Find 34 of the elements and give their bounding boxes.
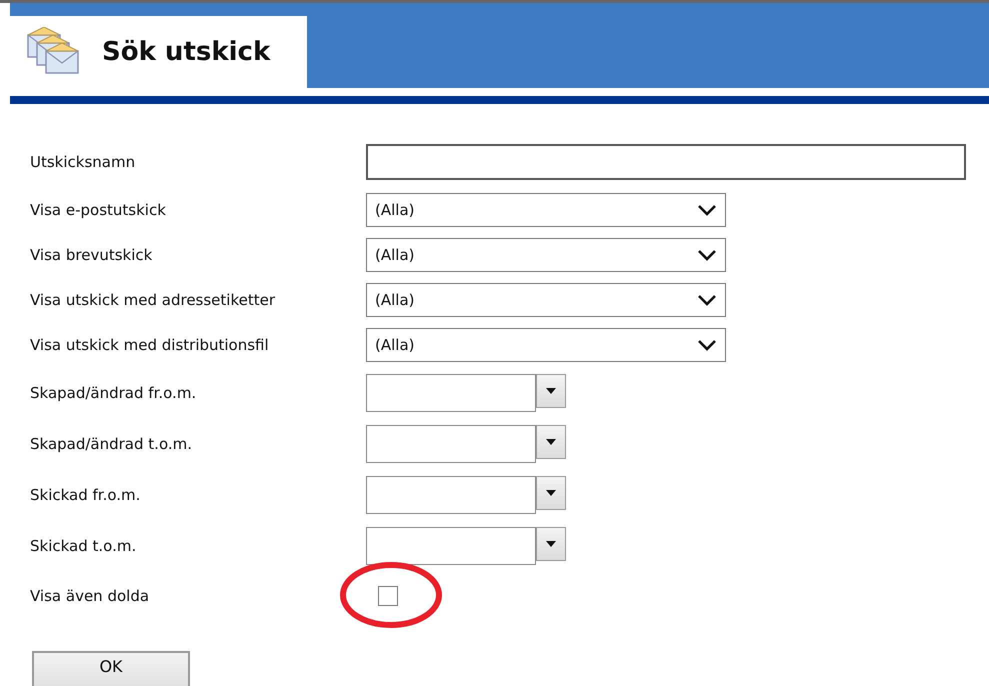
date-input[interactable] [366, 374, 536, 412]
checkbox[interactable] [378, 586, 398, 606]
chevron-down-icon [697, 294, 717, 306]
field-label: Visa utskick med distributionsfil [30, 336, 269, 354]
date-picker-button[interactable] [536, 424, 566, 458]
field-label: Visa även dolda [30, 587, 150, 605]
dropdown[interactable]: (Alla) [366, 328, 726, 362]
date-input[interactable] [366, 476, 536, 514]
date-input[interactable] [366, 424, 536, 462]
field-label: Skickad t.o.m. [30, 536, 136, 554]
field-label: Skapad/ändrad t.o.m. [30, 434, 192, 452]
date-picker-button[interactable] [536, 526, 566, 560]
date-picker-button[interactable] [536, 374, 566, 408]
chevron-down-icon [697, 248, 717, 260]
ok-button[interactable]: OK [32, 651, 190, 686]
field-label: Visa utskick med adressetiketter [30, 290, 275, 308]
field-label: Visa e-postutskick [30, 200, 166, 218]
field-label: Skickad fr.o.m. [30, 486, 140, 504]
text-input[interactable] [366, 144, 966, 180]
field-label: Utskicksnamn [30, 153, 136, 171]
dropdown[interactable]: (Alla) [366, 282, 726, 316]
field-label: Visa brevutskick [30, 246, 152, 264]
caret-down-icon [546, 438, 556, 444]
chevron-down-icon [697, 204, 717, 216]
dropdown[interactable]: (Alla) [366, 238, 726, 272]
caret-down-icon [546, 388, 556, 394]
field-label: Skapad/ändrad fr.o.m. [30, 384, 196, 402]
caret-down-icon [546, 540, 556, 546]
caret-down-icon [546, 490, 556, 496]
page-title: Sök utskick [102, 37, 270, 67]
chevron-down-icon [697, 338, 717, 350]
dropdown[interactable]: (Alla) [366, 192, 726, 226]
date-picker-button[interactable] [536, 476, 566, 510]
date-input[interactable] [366, 526, 536, 564]
